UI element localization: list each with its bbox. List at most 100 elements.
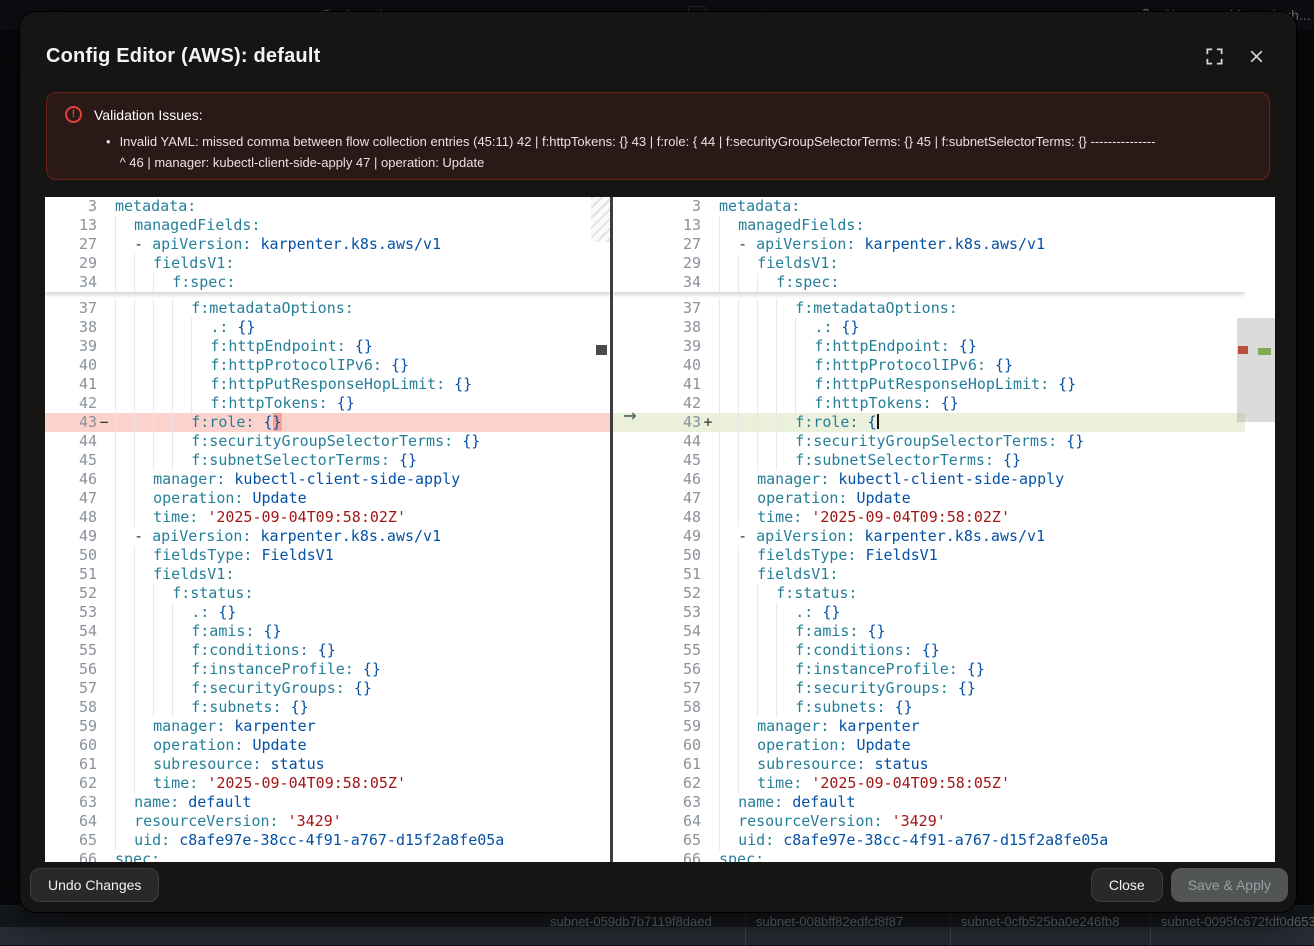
line-content: uid: c8afe97e-38cc-4f91-a767-d15f2a8fe05… [111,831,610,850]
code-line[interactable]: 37 f:metadataOptions: [613,299,1245,318]
code-line[interactable]: 63 name: default [613,793,1245,812]
diff-sign [97,489,111,508]
code-line[interactable]: 58 f:subnets: {} [45,698,610,717]
code-line[interactable]: 61 subresource: status [45,755,610,774]
diff-sign [97,451,111,470]
code-line[interactable]: 38 .: {} [613,318,1245,337]
overview-ruler[interactable] [1237,197,1275,862]
code-line[interactable]: 46 manager: kubectl-client-side-apply [613,470,1245,489]
modal-footer: Undo Changes Close Save & Apply [30,868,1288,902]
code-line[interactable]: 62 time: '2025-09-04T09:58:05Z' [613,774,1245,793]
code-line[interactable]: 60 operation: Update [613,736,1245,755]
code-line[interactable]: 56 f:instanceProfile: {} [45,660,610,679]
diff-pane-original[interactable]: 3 metadata:13 managedFields:27 - apiVers… [45,197,610,862]
code-line[interactable]: 51 fieldsV1: [613,565,1245,584]
code-line[interactable]: 64 resourceVersion: '3429' [613,812,1245,831]
diff-sign [97,850,111,862]
code-line[interactable]: 29 fieldsV1: [45,254,610,273]
code-line[interactable]: 44 f:securityGroupSelectorTerms: {} [45,432,610,451]
code-line[interactable]: 58 f:subnets: {} [613,698,1245,717]
code-line[interactable]: 38 .: {} [45,318,610,337]
code-line[interactable]: 59 manager: karpenter [45,717,610,736]
code-line[interactable]: 64 resourceVersion: '3429' [45,812,610,831]
code-line[interactable]: 13 managedFields: [45,216,610,235]
code-line[interactable]: 44 f:securityGroupSelectorTerms: {} [613,432,1245,451]
code-line[interactable]: 54 f:amis: {} [613,622,1245,641]
line-content: f:subnetSelectorTerms: {} [715,451,1245,470]
code-line[interactable]: 55 f:conditions: {} [613,641,1245,660]
code-line[interactable]: 53 .: {} [45,603,610,622]
line-number: 63 [45,793,97,812]
code-line[interactable]: 54 f:amis: {} [45,622,610,641]
diff-pane-modified[interactable]: 3 metadata:13 managedFields:27 - apiVers… [613,197,1245,862]
diff-sign [97,299,111,318]
code-line[interactable]: 29 fieldsV1: [613,254,1245,273]
code-line[interactable]: 59 manager: karpenter [613,717,1245,736]
code-line[interactable]: 50 fieldsType: FieldsV1 [613,546,1245,565]
code-line[interactable]: 46 manager: kubectl-client-side-apply [45,470,610,489]
code-line[interactable]: 52 f:status: [613,584,1245,603]
code-line[interactable]: 49 - apiVersion: karpenter.k8s.aws/v1 [613,527,1245,546]
code-line[interactable]: 47 operation: Update [613,489,1245,508]
code-line[interactable]: 3 metadata: [613,197,1245,216]
line-content: - apiVersion: karpenter.k8s.aws/v1 [715,235,1245,254]
code-line[interactable]: 45 f:subnetSelectorTerms: {} [613,451,1245,470]
code-line[interactable]: 37 f:metadataOptions: [45,299,610,318]
save-apply-button[interactable]: Save & Apply [1171,868,1288,902]
code-line[interactable]: 61 subresource: status [613,755,1245,774]
code-line[interactable]: 66 spec: [45,850,610,862]
code-line[interactable]: 39 f:httpEndpoint: {} [45,337,610,356]
diff-sash[interactable] [610,197,613,862]
code-line[interactable]: 34 f:spec: [45,273,610,292]
code-line[interactable]: 34 f:spec: [613,273,1245,292]
code-line[interactable]: 42 f:httpTokens: {} [613,394,1245,413]
code-line[interactable]: 49 - apiVersion: karpenter.k8s.aws/v1 [45,527,610,546]
line-content: manager: karpenter [111,717,610,736]
diff-sign [97,736,111,755]
code-line[interactable]: 48 time: '2025-09-04T09:58:02Z' [45,508,610,527]
code-line[interactable]: 56 f:instanceProfile: {} [613,660,1245,679]
undo-changes-button[interactable]: Undo Changes [30,868,159,902]
code-line[interactable]: 65 uid: c8afe97e-38cc-4f91-a767-d15f2a8f… [613,831,1245,850]
code-line[interactable]: 65 uid: c8afe97e-38cc-4f91-a767-d15f2a8f… [45,831,610,850]
code-line[interactable]: 62 time: '2025-09-04T09:58:05Z' [45,774,610,793]
expand-button[interactable] [1200,42,1228,70]
yaml-diff-editor[interactable]: 3 metadata:13 managedFields:27 - apiVers… [45,197,1275,862]
code-line[interactable]: 47 operation: Update [45,489,610,508]
code-line[interactable]: 50 fieldsType: FieldsV1 [45,546,610,565]
revert-change-arrow[interactable]: → [619,406,641,425]
line-number: 37 [613,299,701,318]
code-line[interactable]: 55 f:conditions: {} [45,641,610,660]
code-line[interactable]: 40 f:httpProtocolIPv6: {} [613,356,1245,375]
code-line[interactable]: 57 f:securityGroups: {} [45,679,610,698]
code-line[interactable]: 43− f:role: {} [45,413,610,432]
close-icon-button[interactable] [1242,42,1270,70]
code-line[interactable]: 3 metadata: [45,197,610,216]
code-line[interactable]: 51 fieldsV1: [45,565,610,584]
code-line[interactable]: 41 f:httpPutResponseHopLimit: {} [45,375,610,394]
scrollbar-thumb[interactable] [1237,318,1275,422]
code-line[interactable]: 39 f:httpEndpoint: {} [613,337,1245,356]
code-line[interactable]: 13 managedFields: [613,216,1245,235]
code-line[interactable]: 53 .: {} [613,603,1245,622]
code-line[interactable]: 40 f:httpProtocolIPv6: {} [45,356,610,375]
code-line[interactable]: 27 - apiVersion: karpenter.k8s.aws/v1 [45,235,610,254]
line-number: 40 [45,356,97,375]
line-number: 34 [613,273,701,292]
close-button[interactable]: Close [1091,868,1163,902]
code-line[interactable]: 43+ f:role: { [613,413,1245,432]
code-line[interactable]: 63 name: default [45,793,610,812]
diff-sign [97,394,111,413]
code-line[interactable]: 57 f:securityGroups: {} [613,679,1245,698]
diff-sign [97,197,111,216]
code-line[interactable]: 60 operation: Update [45,736,610,755]
diff-sign [701,273,715,292]
code-line[interactable]: 42 f:httpTokens: {} [45,394,610,413]
code-line[interactable]: 48 time: '2025-09-04T09:58:02Z' [613,508,1245,527]
line-number: 57 [613,679,701,698]
code-line[interactable]: 27 - apiVersion: karpenter.k8s.aws/v1 [613,235,1245,254]
code-line[interactable]: 41 f:httpPutResponseHopLimit: {} [613,375,1245,394]
code-line[interactable]: 45 f:subnetSelectorTerms: {} [45,451,610,470]
code-line[interactable]: 52 f:status: [45,584,610,603]
code-line[interactable]: 66 spec: [613,850,1245,862]
